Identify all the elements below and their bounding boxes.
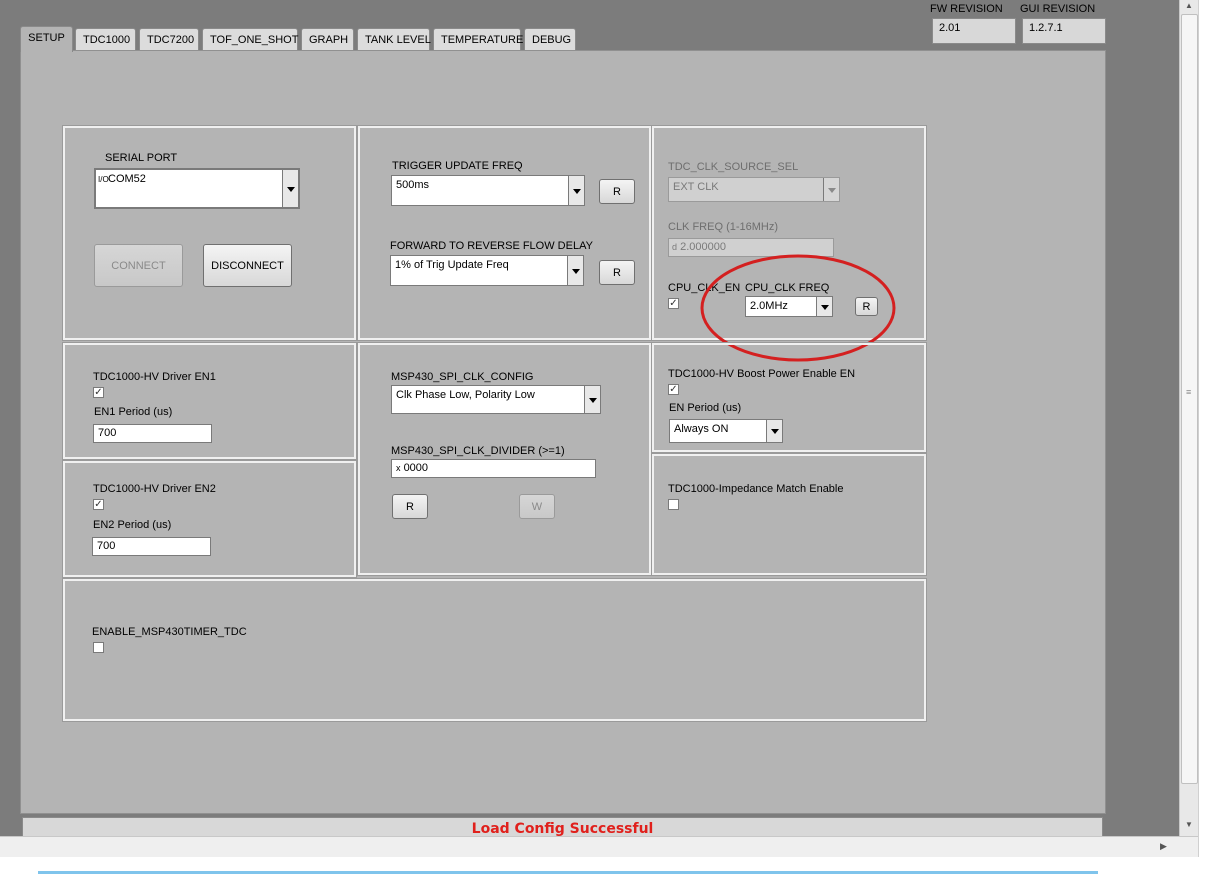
boost-period-label: EN Period (us) — [669, 402, 742, 414]
spi-clk-divider-label: MSP430_SPI_CLK_DIVIDER (>=1) — [391, 445, 565, 457]
spi-clk-config-label: MSP430_SPI_CLK_CONFIG — [391, 371, 534, 383]
scroll-right-icon[interactable]: ▶ — [1160, 841, 1167, 852]
flow-delay-label: FORWARD TO REVERSE FLOW DELAY — [390, 240, 593, 252]
window-footer — [0, 857, 1224, 876]
impedance-match-label: TDC1000-Impedance Match Enable — [668, 483, 844, 495]
scroll-down-icon[interactable]: ▼ — [1185, 820, 1193, 829]
serial-port-value: COM52 — [108, 173, 146, 185]
cpu-clk-en-checkbox[interactable]: ✓ — [668, 298, 679, 309]
grip-icon: ≡ — [1186, 387, 1192, 397]
flow-delay-read-button[interactable]: R — [599, 260, 635, 285]
en1-period-field[interactable]: 700 — [93, 424, 212, 443]
chevron-down-icon[interactable] — [568, 176, 584, 205]
en2-period-field[interactable]: 700 — [92, 537, 211, 556]
serial-port-dropdown[interactable]: I/O COM52 — [94, 168, 300, 209]
clk-source-dropdown[interactable]: EXT CLK — [668, 177, 840, 202]
tab-debug[interactable]: DEBUG — [524, 28, 576, 50]
clk-source-label: TDC_CLK_SOURCE_SEL — [668, 161, 799, 173]
tab-tank-level[interactable]: TANK LEVEL — [357, 28, 431, 50]
chevron-down-icon[interactable] — [823, 178, 839, 201]
msp430-timer-panel — [62, 578, 927, 722]
spi-read-button[interactable]: R — [392, 494, 428, 519]
fw-revision-value: 2.01 — [932, 18, 1016, 44]
en1-period-label: EN1 Period (us) — [94, 406, 173, 418]
tab-graph[interactable]: GRAPH — [301, 28, 354, 50]
tab-setup[interactable]: SETUP — [20, 26, 73, 52]
msp430-timer-label: ENABLE_MSP430TIMER_TDC — [92, 626, 247, 638]
clk-source-value: EXT CLK — [673, 181, 719, 193]
boost-period-value: Always ON — [674, 423, 729, 435]
accent-line — [38, 871, 1098, 874]
trigger-update-freq-value: 500ms — [396, 179, 430, 191]
vertical-scrollbar[interactable]: ▲ ≡ ▼ — [1179, 0, 1199, 836]
spi-clk-divider-prefix: x — [396, 463, 401, 473]
boost-period-dropdown[interactable]: Always ON — [669, 419, 783, 443]
trigger-update-freq-label: TRIGGER UPDATE FREQ — [392, 160, 523, 172]
horizontal-scrollbar[interactable]: ▶ — [0, 836, 1198, 857]
chevron-down-icon[interactable] — [567, 256, 583, 285]
serial-port-label: SERIAL PORT — [105, 152, 178, 164]
clk-freq-prefix: d — [672, 242, 678, 252]
en2-period-label: EN2 Period (us) — [93, 519, 172, 531]
clk-freq-value: 2.000000 — [680, 241, 726, 253]
vertical-scroll-thumb[interactable]: ≡ — [1181, 14, 1198, 784]
driver-en2-label: TDC1000-HV Driver EN2 — [93, 483, 216, 495]
flow-delay-value: 1% of Trig Update Freq — [395, 259, 509, 271]
status-bar: Load Config Successful — [22, 817, 1103, 837]
clk-freq-label: CLK FREQ (1-16MHz) — [668, 221, 779, 233]
spi-clk-divider-value: 0000 — [403, 462, 429, 474]
fw-revision-label: FW REVISION — [930, 3, 1003, 15]
spi-clk-config-dropdown[interactable]: Clk Phase Low, Polarity Low — [391, 385, 601, 414]
chevron-down-icon[interactable] — [584, 386, 600, 413]
scroll-up-icon[interactable]: ▲ — [1185, 1, 1193, 10]
tab-tdc7200[interactable]: TDC7200 — [139, 28, 199, 50]
spi-write-button[interactable]: W — [519, 494, 555, 519]
gui-revision-value: 1.2.7.1 — [1022, 18, 1106, 44]
tab-tof-one-shot[interactable]: TOF_ONE_SHOT — [202, 28, 298, 50]
impedance-match-panel — [651, 453, 927, 576]
status-message: Load Config Successful — [471, 821, 654, 837]
trigger-read-button[interactable]: R — [599, 179, 635, 204]
connect-button[interactable]: CONNECT — [94, 244, 183, 287]
msp430-timer-checkbox[interactable] — [93, 642, 104, 653]
spi-clk-config-value: Clk Phase Low, Polarity Low — [396, 389, 535, 401]
impedance-match-checkbox[interactable] — [668, 499, 679, 510]
window-edge — [1198, 0, 1224, 857]
disconnect-button[interactable]: DISCONNECT — [203, 244, 292, 287]
boost-power-checkbox[interactable]: ✓ — [668, 384, 679, 395]
tab-temperature[interactable]: TEMPERATURE — [433, 28, 523, 50]
boost-power-label: TDC1000-HV Boost Power Enable EN — [668, 368, 856, 380]
chevron-down-icon[interactable] — [282, 170, 298, 207]
chevron-down-icon[interactable] — [766, 420, 782, 442]
flow-delay-dropdown[interactable]: 1% of Trig Update Freq — [390, 255, 584, 286]
trigger-panel — [357, 125, 652, 341]
trigger-update-freq-dropdown[interactable]: 500ms — [391, 175, 585, 206]
gui-revision-label: GUI REVISION — [1020, 3, 1096, 15]
spi-clk-divider-field[interactable]: x 0000 — [391, 459, 596, 478]
driver-en1-label: TDC1000-HV Driver EN1 — [93, 371, 216, 383]
driver-en2-checkbox[interactable]: ✓ — [93, 499, 104, 510]
driver-en1-checkbox[interactable]: ✓ — [93, 387, 104, 398]
tab-tdc1000[interactable]: TDC1000 — [75, 28, 136, 50]
